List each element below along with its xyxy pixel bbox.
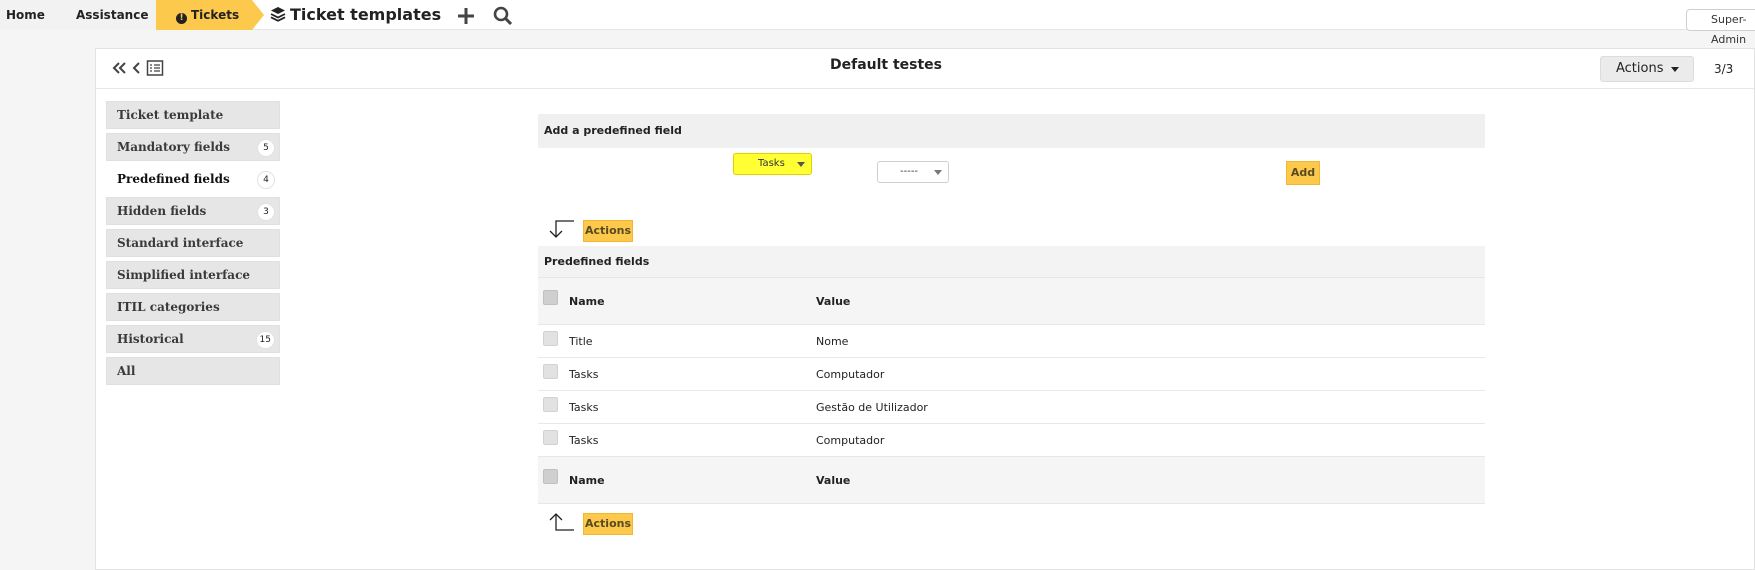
exclamation-circle-icon: ! <box>176 13 187 24</box>
row-value: Computador <box>816 434 885 447</box>
breadcrumb-separator <box>252 0 264 30</box>
table-caption: Predefined fields <box>538 246 1485 278</box>
tab-itil-categories[interactable]: ITIL categories <box>106 293 280 321</box>
caret-down-icon <box>797 162 805 167</box>
table-row: Tasks Computador <box>538 358 1485 391</box>
row-value: Computador <box>816 368 885 381</box>
record-header: Default testes Actions 3/3 <box>96 49 1754 89</box>
tab-hidden-fields[interactable]: Hidden fields 3 <box>106 197 280 225</box>
tab-label: Ticket template <box>117 108 224 122</box>
row-name: Tasks <box>569 434 599 447</box>
select-all-checkbox[interactable] <box>543 290 558 305</box>
breadcrumb-tickets[interactable]: ! Tickets <box>156 0 252 30</box>
table-row: Title Nome <box>538 325 1485 358</box>
caret-down-icon <box>934 170 942 175</box>
row-checkbox[interactable] <box>543 397 558 412</box>
count-badge: 4 <box>257 171 275 189</box>
count-badge: 3 <box>257 203 275 221</box>
row-checkbox[interactable] <box>543 331 558 346</box>
tab-predefined-fields[interactable]: Predefined fields 4 <box>106 165 280 193</box>
tab-label: ITIL categories <box>117 300 220 314</box>
row-value: Nome <box>816 335 849 348</box>
breadcrumb-home[interactable]: Home <box>0 0 50 30</box>
tab-mandatory-fields[interactable]: Mandatory fields 5 <box>106 133 280 161</box>
tab-label: Hidden fields <box>117 204 207 218</box>
tab-all[interactable]: All <box>106 357 280 385</box>
field-select-value: Tasks <box>758 158 785 169</box>
arrow-up-left-icon <box>549 513 574 531</box>
table-row: Tasks Computador <box>538 424 1485 457</box>
plus-icon[interactable] <box>455 5 477 27</box>
caret-down-icon <box>1671 67 1679 72</box>
layers-icon <box>270 7 286 22</box>
row-name: Title <box>569 335 593 348</box>
table-footer-row: Name Value <box>538 457 1485 504</box>
tab-historical[interactable]: Historical 15 <box>106 325 280 353</box>
top-bar: Home Assistance ! Tickets Ticket template… <box>0 0 1755 46</box>
row-name: Tasks <box>569 401 599 414</box>
column-header-name[interactable]: Name <box>569 295 605 308</box>
field-select[interactable]: Tasks <box>733 153 812 175</box>
table-row: Tasks Gestão de Utilizador <box>538 391 1485 424</box>
page-title[interactable]: Ticket templates <box>270 0 441 30</box>
mass-actions-button-top[interactable]: Actions <box>583 220 633 242</box>
page-title-label: Ticket templates <box>290 5 442 24</box>
breadcrumb-assistance[interactable]: Assistance <box>50 0 156 30</box>
row-checkbox[interactable] <box>543 430 558 445</box>
tab-standard-interface[interactable]: Standard interface <box>106 229 280 257</box>
row-name: Tasks <box>569 368 599 381</box>
arrow-down-left-icon <box>549 220 574 238</box>
tab-ticket-template[interactable]: Ticket template <box>106 101 280 129</box>
column-header-value[interactable]: Value <box>816 295 850 308</box>
user-menu[interactable]: Super-Admin <box>1686 9 1755 46</box>
column-footer-name[interactable]: Name <box>569 474 605 487</box>
add-button[interactable]: Add <box>1286 161 1320 185</box>
tab-label: All <box>117 364 136 378</box>
tab-label: Predefined fields <box>117 172 230 186</box>
tab-label: Standard interface <box>117 236 244 250</box>
record-pager: 3/3 <box>1714 62 1734 76</box>
tab-label: Simplified interface <box>117 268 251 282</box>
tab-simplified-interface[interactable]: Simplified interface <box>106 261 280 289</box>
row-checkbox[interactable] <box>543 364 558 379</box>
value-select-value: ----- <box>900 166 919 177</box>
value-select[interactable]: ----- <box>877 161 949 183</box>
count-badge: 5 <box>257 139 275 157</box>
tab-label: Mandatory fields <box>117 140 231 154</box>
actions-button-label: Actions <box>1616 61 1664 76</box>
mass-actions-button-bottom[interactable]: Actions <box>583 513 633 535</box>
tab-label: Historical <box>117 332 184 346</box>
search-icon[interactable] <box>492 5 514 27</box>
record-title: Default testes <box>829 57 943 73</box>
add-predefined-field-header: Add a predefined field <box>538 114 1485 148</box>
count-badge: 15 <box>255 331 275 349</box>
main-card: Default testes Actions 3/3 Ticket templa… <box>95 48 1755 570</box>
breadcrumb-tickets-label: Tickets <box>191 8 240 22</box>
table-header-row: Name Value <box>538 278 1485 325</box>
select-all-checkbox[interactable] <box>543 469 558 484</box>
actions-dropdown-button[interactable]: Actions <box>1600 56 1694 82</box>
row-value: Gestão de Utilizador <box>816 401 928 414</box>
column-footer-value[interactable]: Value <box>816 474 850 487</box>
